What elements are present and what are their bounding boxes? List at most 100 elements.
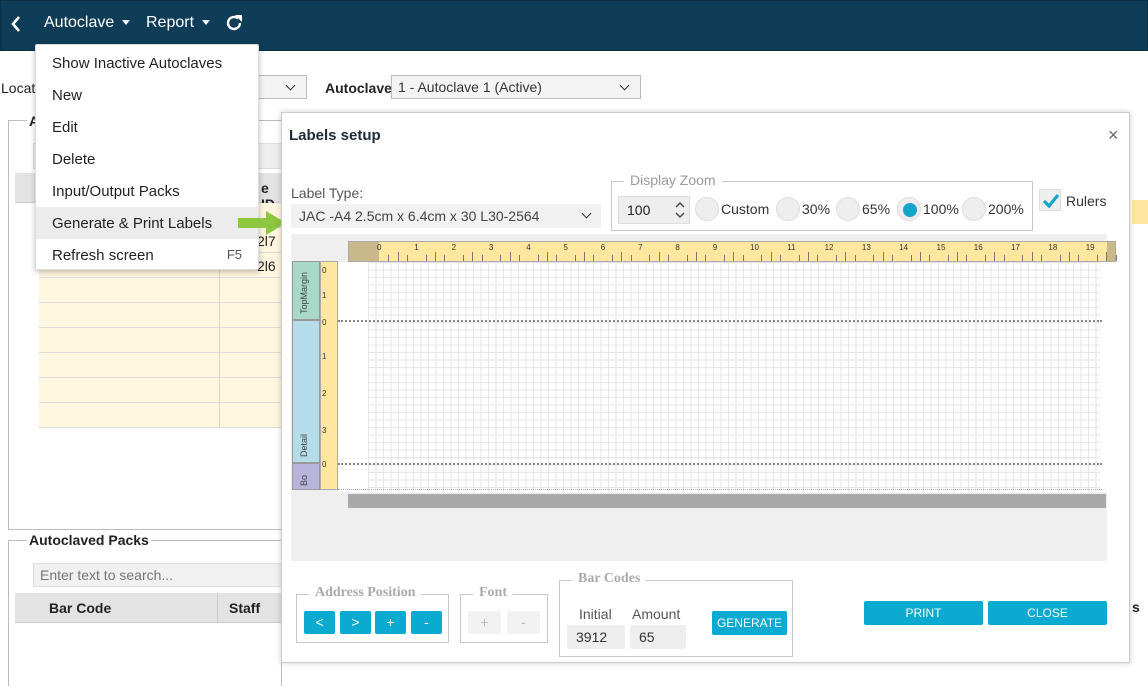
- band-separator: [338, 463, 1102, 465]
- zoom-option-label: 100%: [923, 201, 959, 217]
- radio-button[interactable]: [836, 197, 860, 221]
- hruler-label: 7: [638, 243, 643, 252]
- hruler-tick: [444, 255, 446, 261]
- hruler-tick: [1003, 255, 1005, 261]
- font-plus-button[interactable]: +: [468, 611, 501, 634]
- initial-input[interactable]: 3912: [567, 625, 625, 649]
- radio-button-selected[interactable]: [897, 197, 921, 221]
- hruler-tick: [397, 252, 399, 261]
- hruler-label: 13: [861, 243, 871, 252]
- zoom-spin-input[interactable]: 100: [618, 196, 690, 224]
- menu-item-edit[interactable]: Edit: [36, 111, 258, 143]
- hruler-tick: [434, 252, 436, 261]
- vruler-label: 0: [322, 266, 327, 275]
- autoclave-select-value: 1 - Autoclave 1 (Active): [398, 79, 542, 95]
- packs-grid-header: Bar Code Staff: [15, 593, 283, 623]
- hruler-tick: [835, 255, 837, 261]
- hruler-tick: [388, 255, 390, 261]
- close-button[interactable]: CLOSE: [988, 601, 1107, 625]
- packs-search-input[interactable]: [33, 563, 283, 587]
- column-header-bar-code: Bar Code: [49, 600, 112, 616]
- report-menu-button[interactable]: Report: [146, 14, 211, 32]
- address-plus-button[interactable]: +: [375, 611, 406, 634]
- hruler-tick: [658, 252, 660, 261]
- hruler-tick: [1069, 252, 1071, 261]
- hruler-tick: [891, 255, 893, 261]
- menu-item-new[interactable]: New: [36, 79, 258, 111]
- band-separator: [338, 320, 1102, 322]
- hruler-tick: [817, 255, 819, 261]
- hruler-tick: [966, 255, 968, 261]
- hruler-tick: [910, 255, 912, 261]
- zoom-option-label: 65%: [862, 201, 891, 217]
- autoclave-menu-button[interactable]: Autoclave: [44, 14, 131, 32]
- address-right-button[interactable]: >: [340, 611, 371, 634]
- amount-label: Amount: [632, 606, 681, 622]
- label-page[interactable]: [338, 262, 1110, 492]
- label-designer-canvas[interactable]: 0 1 2 3 4 5 6 7 8 9 10 11 12 13 14 15 16 17 18 19 TopMargin…: [291, 234, 1117, 561]
- hruler-label: 3: [488, 243, 494, 252]
- hruler-tick: [947, 255, 949, 261]
- menu-item-show-inactive[interactable]: Show Inactive Autoclaves: [36, 47, 258, 79]
- dialog-title: Labels setup: [289, 127, 381, 144]
- checkbox-box[interactable]: [1039, 189, 1061, 211]
- hruler-label: 12: [824, 243, 834, 252]
- zoom-option-30[interactable]: 30%: [776, 197, 830, 221]
- menu-item-refresh-screen[interactable]: Refresh screen F5: [36, 239, 258, 271]
- hruler-tick: [593, 255, 595, 261]
- radio-button[interactable]: [695, 197, 719, 221]
- hruler-tick: [1059, 255, 1061, 261]
- autoclave-select[interactable]: 1 - Autoclave 1 (Active): [391, 75, 641, 99]
- menu-item-label: Delete: [52, 151, 96, 168]
- address-left-button[interactable]: <: [304, 611, 335, 634]
- packs-panel-title: Autoclaved Packs: [27, 532, 151, 548]
- grid-cell: 2l6: [257, 258, 276, 274]
- label-type-select[interactable]: JAC -A4 2.5cm x 6.4cm x 30 L30-2564: [291, 204, 601, 228]
- hruler-tick: [425, 255, 427, 261]
- radio-button[interactable]: [776, 197, 800, 221]
- zoom-option-custom[interactable]: Custom: [695, 197, 769, 221]
- hruler-tick: [621, 252, 623, 261]
- vruler-label: 3: [322, 426, 327, 435]
- hruler-tick: [724, 255, 726, 261]
- hruler-tick: [919, 252, 921, 261]
- address-minus-button[interactable]: -: [411, 611, 442, 634]
- zoom-option-100[interactable]: 100%: [897, 197, 959, 221]
- zoom-option-65[interactable]: 65%: [836, 197, 890, 221]
- spin-arrows-icon[interactable]: [675, 200, 685, 220]
- menu-item-generate-print-labels[interactable]: Generate & Print Labels: [36, 207, 258, 239]
- font-group: Font + -: [460, 585, 548, 643]
- horizontal-scrollbar[interactable]: [348, 494, 1106, 508]
- hruler-tick: [742, 255, 744, 261]
- display-zoom-group: Display Zoom 100 Custom 30% 65% 100% 200…: [611, 172, 1033, 231]
- hruler-tick: [406, 255, 408, 261]
- print-button[interactable]: PRINT: [864, 601, 983, 625]
- column-header-partial: s: [1132, 599, 1140, 615]
- vruler-label: 2: [322, 389, 327, 398]
- band-top-margin[interactable]: TopMargin: [292, 261, 320, 320]
- band-bottom[interactable]: Bo: [292, 463, 320, 490]
- bar-codes-group: Bar Codes Initial Amount 3912 65 GENERAT…: [559, 571, 793, 657]
- close-icon[interactable]: ×: [1108, 125, 1119, 146]
- location-label: Locat: [1, 80, 36, 96]
- hruler-label: 1: [414, 243, 419, 252]
- hruler-tick: [957, 252, 959, 261]
- location-select[interactable]: [259, 75, 307, 99]
- menu-item-input-output-packs[interactable]: Input/Output Packs: [36, 175, 258, 207]
- font-minus-button[interactable]: -: [507, 611, 540, 634]
- hruler-label: 11: [787, 243, 796, 252]
- chevron-left-icon[interactable]: [10, 15, 22, 33]
- zoom-option-200[interactable]: 200%: [962, 197, 1024, 221]
- hruler-label: 2: [451, 243, 457, 252]
- hruler-tick: [537, 255, 539, 261]
- band-detail[interactable]: Detail: [292, 320, 320, 463]
- hruler-tick: [873, 255, 875, 261]
- generate-button[interactable]: GENERATE: [712, 611, 787, 635]
- label-type-label: Label Type:: [291, 185, 364, 201]
- radio-button[interactable]: [962, 197, 986, 221]
- menu-item-delete[interactable]: Delete: [36, 143, 258, 175]
- amount-input[interactable]: 65: [630, 625, 686, 649]
- refresh-icon[interactable]: [223, 12, 245, 34]
- label-type-value: JAC -A4 2.5cm x 6.4cm x 30 L30-2564: [299, 208, 540, 224]
- hruler-tick: [994, 252, 996, 261]
